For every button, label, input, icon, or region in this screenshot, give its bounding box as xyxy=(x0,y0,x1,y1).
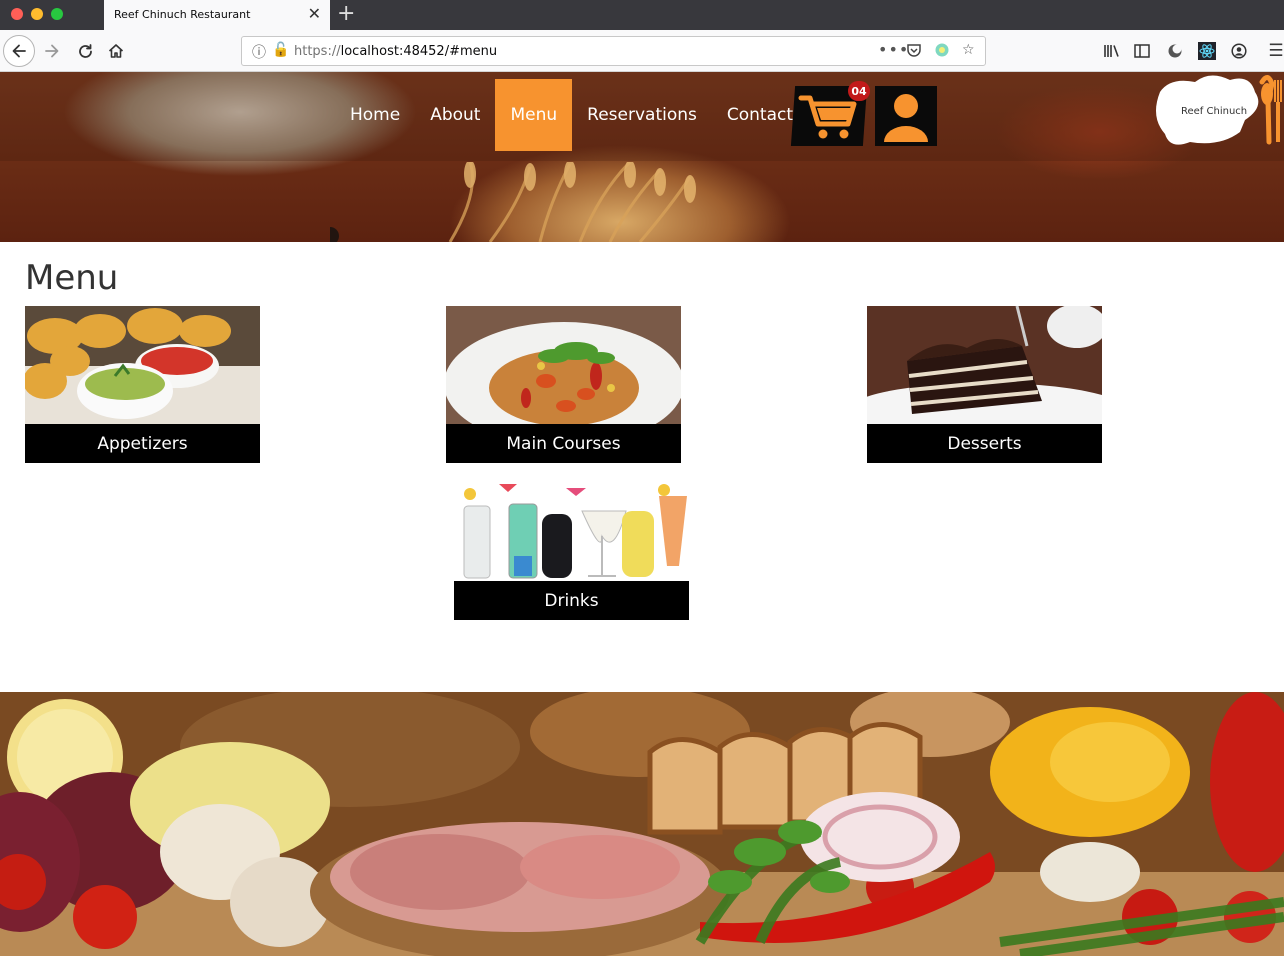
category-card-main-courses[interactable]: Main Courses xyxy=(446,306,681,463)
library-icon[interactable] xyxy=(1100,39,1124,63)
back-button[interactable] xyxy=(3,35,35,67)
tab-close-icon[interactable]: ✕ xyxy=(308,4,321,24)
nav-reservations[interactable]: Reservations xyxy=(572,79,712,151)
address-bar[interactable]: ⓘ 🔓 https://localhost:48452/#menu ••• ☆ xyxy=(241,36,986,66)
page-actions-icon[interactable]: ••• xyxy=(878,40,909,59)
drinks-image xyxy=(454,476,689,581)
site-header: Home About Menu Reservations Contact 04 … xyxy=(0,72,1284,242)
desserts-label: Desserts xyxy=(867,424,1102,463)
arrow-right-icon xyxy=(45,44,59,58)
extension-icon[interactable] xyxy=(934,42,950,62)
insecure-lock-icon[interactable]: 🔓 xyxy=(272,42,289,58)
url-text[interactable]: https://localhost:48452/#menu xyxy=(294,44,497,59)
react-devtools-icon[interactable] xyxy=(1195,39,1219,63)
user-icon xyxy=(884,94,928,142)
category-card-desserts[interactable]: Desserts xyxy=(867,306,1102,463)
main-courses-label: Main Courses xyxy=(446,424,681,463)
cart-count-badge: 04 xyxy=(848,81,870,101)
nav-about[interactable]: About xyxy=(415,79,495,151)
main-courses-image xyxy=(446,306,681,424)
browser-nav-bar: ⓘ 🔓 https://localhost:48452/#menu ••• ☆ … xyxy=(0,30,1284,72)
nav-home[interactable]: Home xyxy=(335,79,415,151)
appetizers-label: Appetizers xyxy=(25,424,260,463)
main-navigation: Home About Menu Reservations Contact xyxy=(335,79,808,151)
appetizers-image xyxy=(25,306,260,424)
desserts-image xyxy=(867,306,1102,424)
bookmark-star-icon[interactable]: ☆ xyxy=(962,42,975,58)
user-account-button[interactable] xyxy=(875,86,937,146)
footer-food-banner xyxy=(0,687,1284,960)
category-card-drinks[interactable]: Drinks xyxy=(454,476,689,620)
category-card-appetizers[interactable]: Appetizers xyxy=(25,306,260,463)
forward-button[interactable] xyxy=(40,39,64,63)
home-icon xyxy=(108,44,124,58)
hamburger-menu-icon[interactable]: ☰ xyxy=(1264,39,1284,63)
browser-tab[interactable]: Reef Chinuch Restaurant ✕ xyxy=(104,0,330,30)
browser-tab-bar: Reef Chinuch Restaurant ✕ + xyxy=(0,0,1284,30)
page-title: Menu xyxy=(25,258,119,298)
reload-button[interactable] xyxy=(73,39,97,63)
nav-menu[interactable]: Menu xyxy=(495,79,573,151)
home-button[interactable] xyxy=(104,39,128,63)
logo-text: Reef Chinuch xyxy=(1181,106,1248,117)
arrow-left-icon xyxy=(12,44,26,58)
drinks-label: Drinks xyxy=(454,581,689,620)
reload-icon xyxy=(78,43,92,58)
close-window-button[interactable] xyxy=(11,8,23,20)
pocket-icon[interactable] xyxy=(906,42,922,62)
account-icon[interactable] xyxy=(1227,39,1251,63)
new-tab-button[interactable]: + xyxy=(337,2,355,26)
info-icon[interactable]: ⓘ xyxy=(252,42,266,62)
tab-title: Reef Chinuch Restaurant xyxy=(114,8,251,21)
sidebar-icon[interactable] xyxy=(1130,39,1154,63)
dark-mode-icon[interactable] xyxy=(1163,39,1187,63)
maximize-window-button[interactable] xyxy=(51,8,63,20)
wheat-decoration xyxy=(330,162,696,242)
minimize-window-button[interactable] xyxy=(31,8,43,20)
